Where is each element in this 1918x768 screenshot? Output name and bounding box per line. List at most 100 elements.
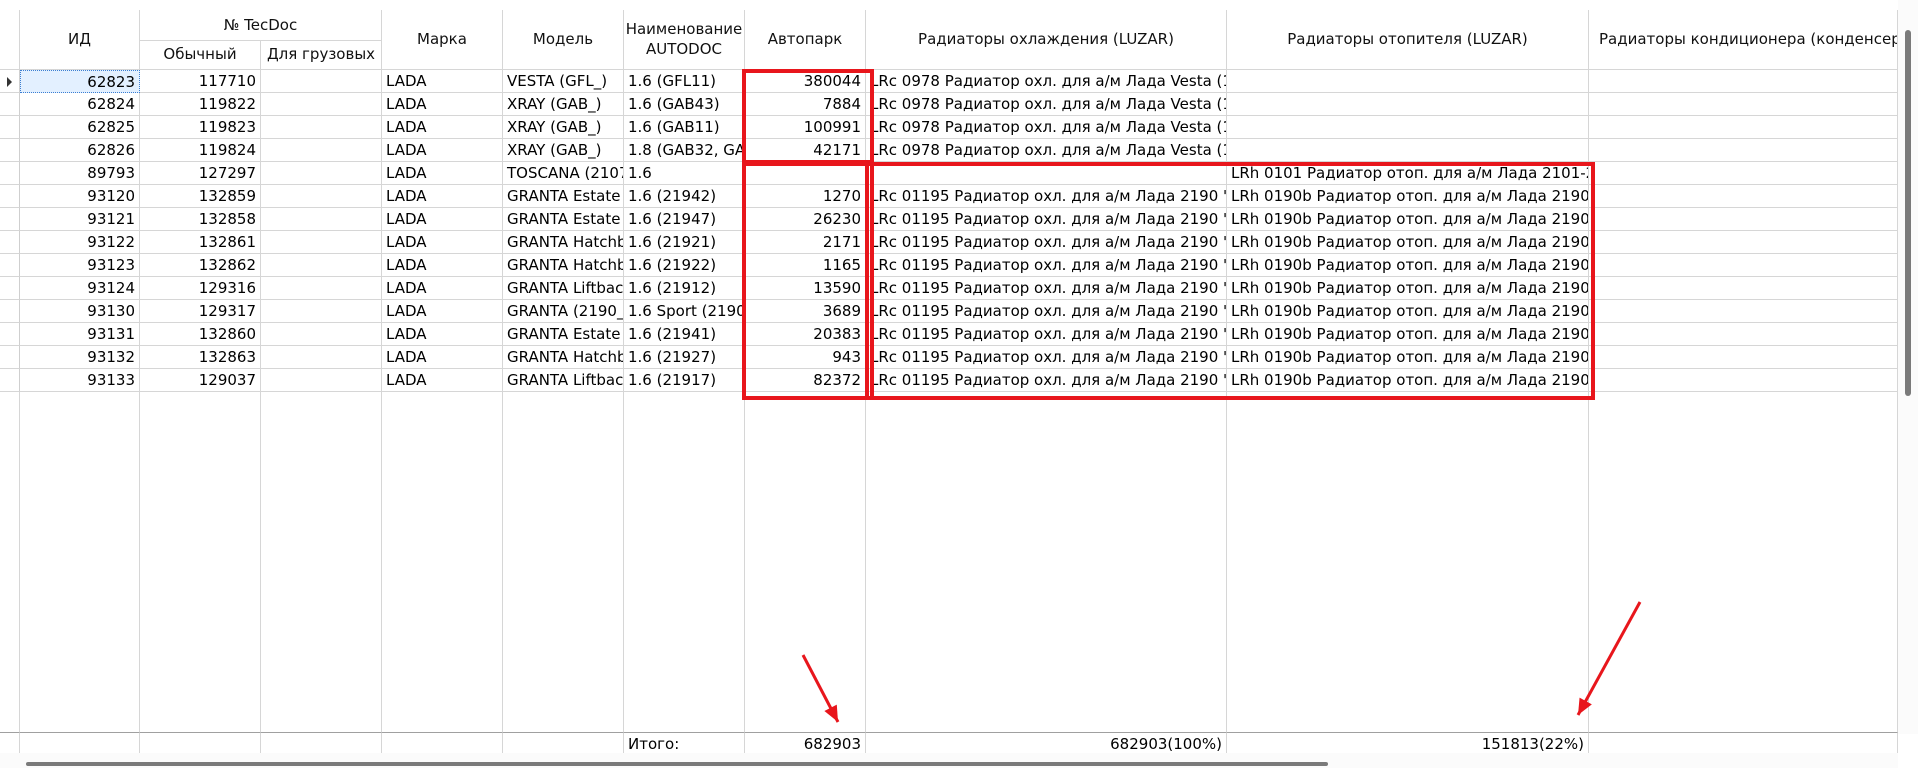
vertical-scrollbar-thumb[interactable] bbox=[1905, 30, 1911, 396]
row-header[interactable] bbox=[0, 139, 20, 162]
row-header[interactable] bbox=[0, 162, 20, 185]
table-cell-autodoc[interactable]: 1.6 (21921) bbox=[624, 231, 745, 254]
table-cell-tecdoc[interactable]: 129316 bbox=[140, 277, 261, 300]
table-cell-tecdoc[interactable]: 129317 bbox=[140, 300, 261, 323]
table-cell-id[interactable]: 89793 bbox=[20, 162, 140, 185]
table-cell-heater[interactable]: LRh 0190b Радиатор отоп. для а/м Лада 21… bbox=[1227, 231, 1589, 254]
table-cell-autodoc[interactable]: 1.6 (21917) bbox=[624, 369, 745, 392]
table-cell-id[interactable]: 93131 bbox=[20, 323, 140, 346]
table-cell-heater[interactable] bbox=[1227, 70, 1589, 93]
table-cell-id[interactable]: 62826 bbox=[20, 139, 140, 162]
table-cell-fleet[interactable]: 20383 bbox=[745, 323, 866, 346]
table-cell-cooling[interactable]: LRc 01195 Радиатор охл. для а/м Лада 219… bbox=[866, 185, 1227, 208]
row-header[interactable] bbox=[0, 116, 20, 139]
table-cell-heater[interactable]: LRh 0190b Радиатор отоп. для а/м Лада 21… bbox=[1227, 208, 1589, 231]
table-cell-ac[interactable] bbox=[1589, 185, 1898, 208]
table-cell-ac[interactable] bbox=[1589, 139, 1898, 162]
column-header-ac-condensers[interactable]: Радиаторы кондиционера (конденсеры) (L bbox=[1589, 10, 1898, 70]
table-cell-trucks[interactable] bbox=[261, 277, 382, 300]
table-cell-brand[interactable]: LADA bbox=[382, 300, 503, 323]
table-cell-cooling[interactable]: LRc 01195 Радиатор охл. для а/м Лада 219… bbox=[866, 231, 1227, 254]
table-cell-fleet[interactable]: 13590 bbox=[745, 277, 866, 300]
table-cell-tecdoc[interactable]: 119822 bbox=[140, 93, 261, 116]
table-cell-brand[interactable]: LADA bbox=[382, 185, 503, 208]
table-cell-trucks[interactable] bbox=[261, 300, 382, 323]
table-cell-model[interactable]: XRAY (GAB_) bbox=[503, 116, 624, 139]
column-header-autodoc-name[interactable]: Наименование AUTODOC bbox=[624, 10, 745, 70]
table-cell-id[interactable]: 93130 bbox=[20, 300, 140, 323]
horizontal-scrollbar-thumb[interactable] bbox=[26, 762, 1328, 766]
table-cell-trucks[interactable] bbox=[261, 208, 382, 231]
table-cell-trucks[interactable] bbox=[261, 93, 382, 116]
table-cell-trucks[interactable] bbox=[261, 185, 382, 208]
table-cell-ac[interactable] bbox=[1589, 369, 1898, 392]
table-cell-brand[interactable]: LADA bbox=[382, 369, 503, 392]
table-cell-brand[interactable]: LADA bbox=[382, 231, 503, 254]
table-cell-tecdoc[interactable]: 132860 bbox=[140, 323, 261, 346]
table-cell-ac[interactable] bbox=[1589, 254, 1898, 277]
table-cell-autodoc[interactable]: 1.6 (21927) bbox=[624, 346, 745, 369]
table-cell-tecdoc[interactable]: 132861 bbox=[140, 231, 261, 254]
table-cell-trucks[interactable] bbox=[261, 116, 382, 139]
table-cell-cooling[interactable]: LRc 01195 Радиатор охл. для а/м Лада 219… bbox=[866, 346, 1227, 369]
table-cell-model[interactable]: TOSCANA (2107) bbox=[503, 162, 624, 185]
table-cell-model[interactable]: GRANTA Liftback bbox=[503, 277, 624, 300]
table-cell-fleet[interactable] bbox=[745, 162, 866, 185]
table-cell-id[interactable]: 93123 bbox=[20, 254, 140, 277]
table-cell-heater[interactable]: LRh 0190b Радиатор отоп. для а/м Лада 21… bbox=[1227, 346, 1589, 369]
table-cell-model[interactable]: GRANTA (2190_) bbox=[503, 300, 624, 323]
table-cell-tecdoc[interactable]: 119824 bbox=[140, 139, 261, 162]
table-cell-cooling[interactable]: LRc 01195 Радиатор охл. для а/м Лада 219… bbox=[866, 300, 1227, 323]
row-header[interactable] bbox=[0, 300, 20, 323]
table-cell-fleet[interactable]: 7884 bbox=[745, 93, 866, 116]
table-cell-tecdoc[interactable]: 132858 bbox=[140, 208, 261, 231]
column-header-id[interactable]: ИД bbox=[20, 10, 140, 70]
table-cell-trucks[interactable] bbox=[261, 70, 382, 93]
table-cell-fleet[interactable]: 42171 bbox=[745, 139, 866, 162]
table-cell-ac[interactable] bbox=[1589, 323, 1898, 346]
table-cell-model[interactable]: GRANTA Liftback bbox=[503, 369, 624, 392]
table-cell-id[interactable]: 62824 bbox=[20, 93, 140, 116]
table-cell-autodoc[interactable]: 1.6 (GAB11) bbox=[624, 116, 745, 139]
table-cell-autodoc[interactable]: 1.6 (GFL11) bbox=[624, 70, 745, 93]
column-header-cooling-radiators[interactable]: Радиаторы охлаждения (LUZAR) bbox=[866, 10, 1227, 70]
table-cell-fleet[interactable]: 1270 bbox=[745, 185, 866, 208]
table-cell-autodoc[interactable]: 1.6 (21942) bbox=[624, 185, 745, 208]
table-cell-id[interactable]: 93132 bbox=[20, 346, 140, 369]
table-cell-ac[interactable] bbox=[1589, 208, 1898, 231]
table-cell-ac[interactable] bbox=[1589, 231, 1898, 254]
table-cell-heater[interactable]: LRh 0190b Радиатор отоп. для а/м Лада 21… bbox=[1227, 254, 1589, 277]
table-cell-brand[interactable]: LADA bbox=[382, 139, 503, 162]
row-header[interactable] bbox=[0, 185, 20, 208]
table-cell-cooling[interactable]: LRc 0978 Радиатор охл. для а/м Лада Vest… bbox=[866, 139, 1227, 162]
table-cell-fleet[interactable]: 943 bbox=[745, 346, 866, 369]
table-cell-tecdoc[interactable]: 127297 bbox=[140, 162, 261, 185]
table-cell-ac[interactable] bbox=[1589, 116, 1898, 139]
table-cell-ac[interactable] bbox=[1589, 346, 1898, 369]
row-header[interactable] bbox=[0, 70, 20, 93]
table-cell-cooling[interactable]: LRc 0978 Радиатор охл. для а/м Лада Vest… bbox=[866, 93, 1227, 116]
table-cell-heater[interactable]: LRh 0190b Радиатор отоп. для а/м Лада 21… bbox=[1227, 369, 1589, 392]
table-cell-id[interactable]: 93122 bbox=[20, 231, 140, 254]
table-cell-model[interactable]: XRAY (GAB_) bbox=[503, 139, 624, 162]
column-header-tecdoc-trucks[interactable]: Для грузовых bbox=[261, 41, 382, 70]
table-cell-ac[interactable] bbox=[1589, 162, 1898, 185]
table-cell-tecdoc[interactable]: 117710 bbox=[140, 70, 261, 93]
row-header[interactable] bbox=[0, 277, 20, 300]
table-cell-trucks[interactable] bbox=[261, 231, 382, 254]
row-header[interactable] bbox=[0, 369, 20, 392]
table-cell-brand[interactable]: LADA bbox=[382, 93, 503, 116]
table-cell-fleet[interactable]: 380044 bbox=[745, 70, 866, 93]
table-cell-id[interactable]: 62823 bbox=[20, 70, 140, 93]
table-cell-tecdoc[interactable]: 132862 bbox=[140, 254, 261, 277]
column-header-fleet[interactable]: Автопарк bbox=[745, 10, 866, 70]
column-header-tecdoc-regular[interactable]: Обычный bbox=[140, 41, 261, 70]
table-cell-tecdoc[interactable]: 119823 bbox=[140, 116, 261, 139]
column-header-model[interactable]: Модель bbox=[503, 10, 624, 70]
table-cell-trucks[interactable] bbox=[261, 254, 382, 277]
table-cell-ac[interactable] bbox=[1589, 300, 1898, 323]
table-cell-tecdoc[interactable]: 132859 bbox=[140, 185, 261, 208]
table-cell-autodoc[interactable]: 1.8 (GAB32, GAB3 bbox=[624, 139, 745, 162]
table-cell-model[interactable]: GRANTA Estate (2 bbox=[503, 208, 624, 231]
table-cell-id[interactable]: 62825 bbox=[20, 116, 140, 139]
